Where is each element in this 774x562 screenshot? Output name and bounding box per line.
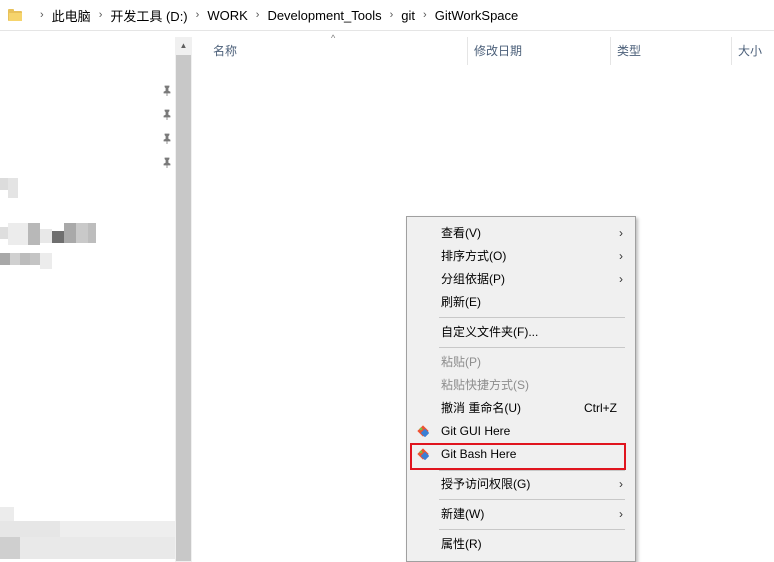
redacted-item	[40, 229, 52, 243]
menu-item-group-by[interactable]: 分组依据(P) ›	[409, 268, 633, 290]
redacted-item	[8, 178, 18, 198]
context-menu: 查看(V) › 排序方式(O) › 分组依据(P) › 刷新(E) 自定义文件夹…	[406, 216, 636, 562]
menu-item-label: 排序方式(O)	[441, 249, 507, 263]
redacted-item	[20, 253, 30, 265]
column-header-type[interactable]: 类型	[611, 37, 731, 65]
menu-separator	[439, 470, 625, 471]
highlight-annotation-box	[410, 443, 626, 470]
menu-item-sort-by[interactable]: 排序方式(O) ›	[409, 245, 633, 267]
redacted-item	[76, 223, 88, 243]
menu-item-paste-shortcut: 粘贴快捷方式(S)	[409, 374, 633, 396]
menu-separator	[439, 347, 625, 348]
redacted-item	[0, 227, 8, 239]
redacted-item	[28, 223, 40, 245]
pin-icon[interactable]	[161, 157, 173, 169]
scroll-up-arrow-icon[interactable]: ▲	[175, 37, 192, 54]
menu-item-label: 分组依据(P)	[441, 272, 505, 286]
navigation-pane[interactable]	[0, 37, 175, 562]
breadcrumb-separator[interactable]: ›	[40, 9, 44, 21]
breadcrumb-separator[interactable]: ›	[99, 9, 103, 21]
menu-separator	[439, 499, 625, 500]
breadcrumb-separator[interactable]: ›	[390, 9, 394, 21]
menu-item-label: 授予访问权限(G)	[441, 477, 531, 491]
menu-item-shortcut: Ctrl+Z	[584, 401, 617, 415]
redacted-item	[0, 521, 60, 537]
git-icon	[417, 425, 429, 437]
menu-item-label: 自定义文件夹(F)...	[441, 325, 539, 339]
menu-item-label: 查看(V)	[441, 226, 481, 240]
menu-item-view[interactable]: 查看(V) ›	[409, 222, 633, 244]
redacted-item	[60, 521, 175, 537]
pin-icon[interactable]	[161, 85, 173, 97]
breadcrumb-separator[interactable]: ›	[256, 9, 260, 21]
menu-item-label: Git GUI Here	[441, 424, 511, 438]
redacted-item	[52, 231, 64, 243]
scroll-thumb[interactable]	[176, 55, 191, 561]
menu-item-give-access-to[interactable]: 授予访问权限(G) ›	[409, 473, 633, 495]
submenu-arrow-icon: ›	[619, 272, 623, 286]
column-header-name[interactable]: 名称	[207, 37, 467, 65]
breadcrumb-development-tools[interactable]: Development_Tools	[267, 8, 381, 23]
redacted-item	[88, 223, 96, 243]
redacted-item	[8, 223, 28, 245]
column-header-size[interactable]: 大小	[732, 37, 774, 65]
menu-item-label: 刷新(E)	[441, 295, 481, 309]
menu-item-git-gui-here[interactable]: Git GUI Here	[409, 420, 633, 442]
submenu-arrow-icon: ›	[619, 226, 623, 240]
breadcrumb-separator[interactable]: ›	[423, 9, 427, 21]
breadcrumb-drive-d[interactable]: 开发工具 (D:)	[110, 6, 187, 25]
redacted-item	[20, 537, 175, 559]
address-bar[interactable]: › 此电脑 › 开发工具 (D:) › WORK › Development_T…	[0, 0, 774, 31]
menu-item-paste: 粘贴(P)	[409, 351, 633, 373]
menu-item-label: 新建(W)	[441, 507, 485, 521]
menu-item-customize-folder[interactable]: 自定义文件夹(F)...	[409, 321, 633, 343]
pin-icon[interactable]	[161, 133, 173, 145]
redacted-item	[64, 223, 76, 243]
menu-item-label: 属性(R)	[441, 537, 482, 551]
breadcrumb-work[interactable]: WORK	[207, 8, 247, 23]
menu-item-label: 粘贴(P)	[441, 355, 481, 369]
breadcrumb-this-pc[interactable]: 此电脑	[52, 6, 91, 25]
menu-item-undo-rename[interactable]: 撤消 重命名(U) Ctrl+Z	[409, 397, 633, 419]
menu-item-new[interactable]: 新建(W) ›	[409, 503, 633, 525]
folder-icon	[8, 9, 22, 21]
nav-scrollbar[interactable]: ▲	[175, 37, 192, 562]
redacted-item	[30, 253, 40, 265]
breadcrumb-gitworkspace[interactable]: GitWorkSpace	[435, 8, 519, 23]
breadcrumb-git[interactable]: git	[401, 8, 415, 23]
redacted-item	[10, 253, 20, 265]
menu-item-properties[interactable]: 属性(R)	[409, 533, 633, 555]
menu-separator	[439, 317, 625, 318]
menu-item-label: 粘贴快捷方式(S)	[441, 378, 529, 392]
redacted-item	[0, 507, 14, 521]
submenu-arrow-icon: ›	[619, 477, 623, 491]
menu-separator	[439, 529, 625, 530]
redacted-item	[0, 537, 20, 559]
menu-item-label: 撤消 重命名(U)	[441, 401, 521, 415]
breadcrumb-separator[interactable]: ›	[196, 9, 200, 21]
redacted-item	[0, 253, 10, 265]
submenu-arrow-icon: ›	[619, 507, 623, 521]
pin-icon[interactable]	[161, 109, 173, 121]
submenu-arrow-icon: ›	[619, 249, 623, 263]
redacted-item	[40, 253, 52, 269]
column-header-date-modified[interactable]: 修改日期	[468, 37, 610, 65]
redacted-item	[0, 178, 8, 190]
menu-item-refresh[interactable]: 刷新(E)	[409, 291, 633, 313]
